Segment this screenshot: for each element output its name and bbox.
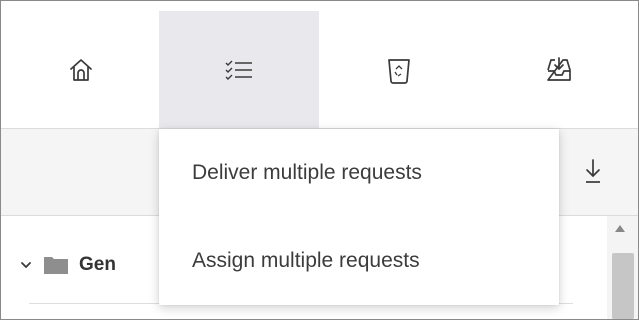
- scrollbar-thumb[interactable]: [612, 253, 634, 319]
- menu-item-label: Assign multiple requests: [192, 249, 420, 272]
- checklist-icon: [225, 60, 252, 80]
- menu-item-deliver-multiple[interactable]: Deliver multiple requests: [159, 129, 559, 217]
- app-frame: Gen Deliver multiple requests Assign mul…: [0, 0, 639, 320]
- recycle-bin-icon: [388, 58, 410, 84]
- menu-item-assign-multiple[interactable]: Assign multiple requests: [159, 217, 559, 305]
- chevron-down-icon[interactable]: [19, 258, 33, 272]
- home-button[interactable]: [1, 11, 161, 128]
- bulk-actions-menu: Deliver multiple requests Assign multipl…: [159, 129, 559, 305]
- download-button[interactable]: [573, 151, 613, 191]
- bulk-actions-button[interactable]: [159, 11, 319, 128]
- tree-folder-row[interactable]: Gen: [19, 245, 116, 285]
- scroll-up-arrow[interactable]: [615, 225, 625, 232]
- home-icon: [70, 58, 92, 81]
- toolbar: [1, 11, 638, 128]
- inbox-download-button[interactable]: [479, 11, 638, 128]
- folder-icon: [44, 257, 68, 274]
- recycle-bin-button[interactable]: [319, 11, 479, 128]
- download-icon: [586, 159, 600, 183]
- folder-label: Gen: [79, 254, 116, 275]
- inbox-download-icon: [547, 56, 571, 81]
- menu-item-label: Deliver multiple requests: [192, 161, 422, 184]
